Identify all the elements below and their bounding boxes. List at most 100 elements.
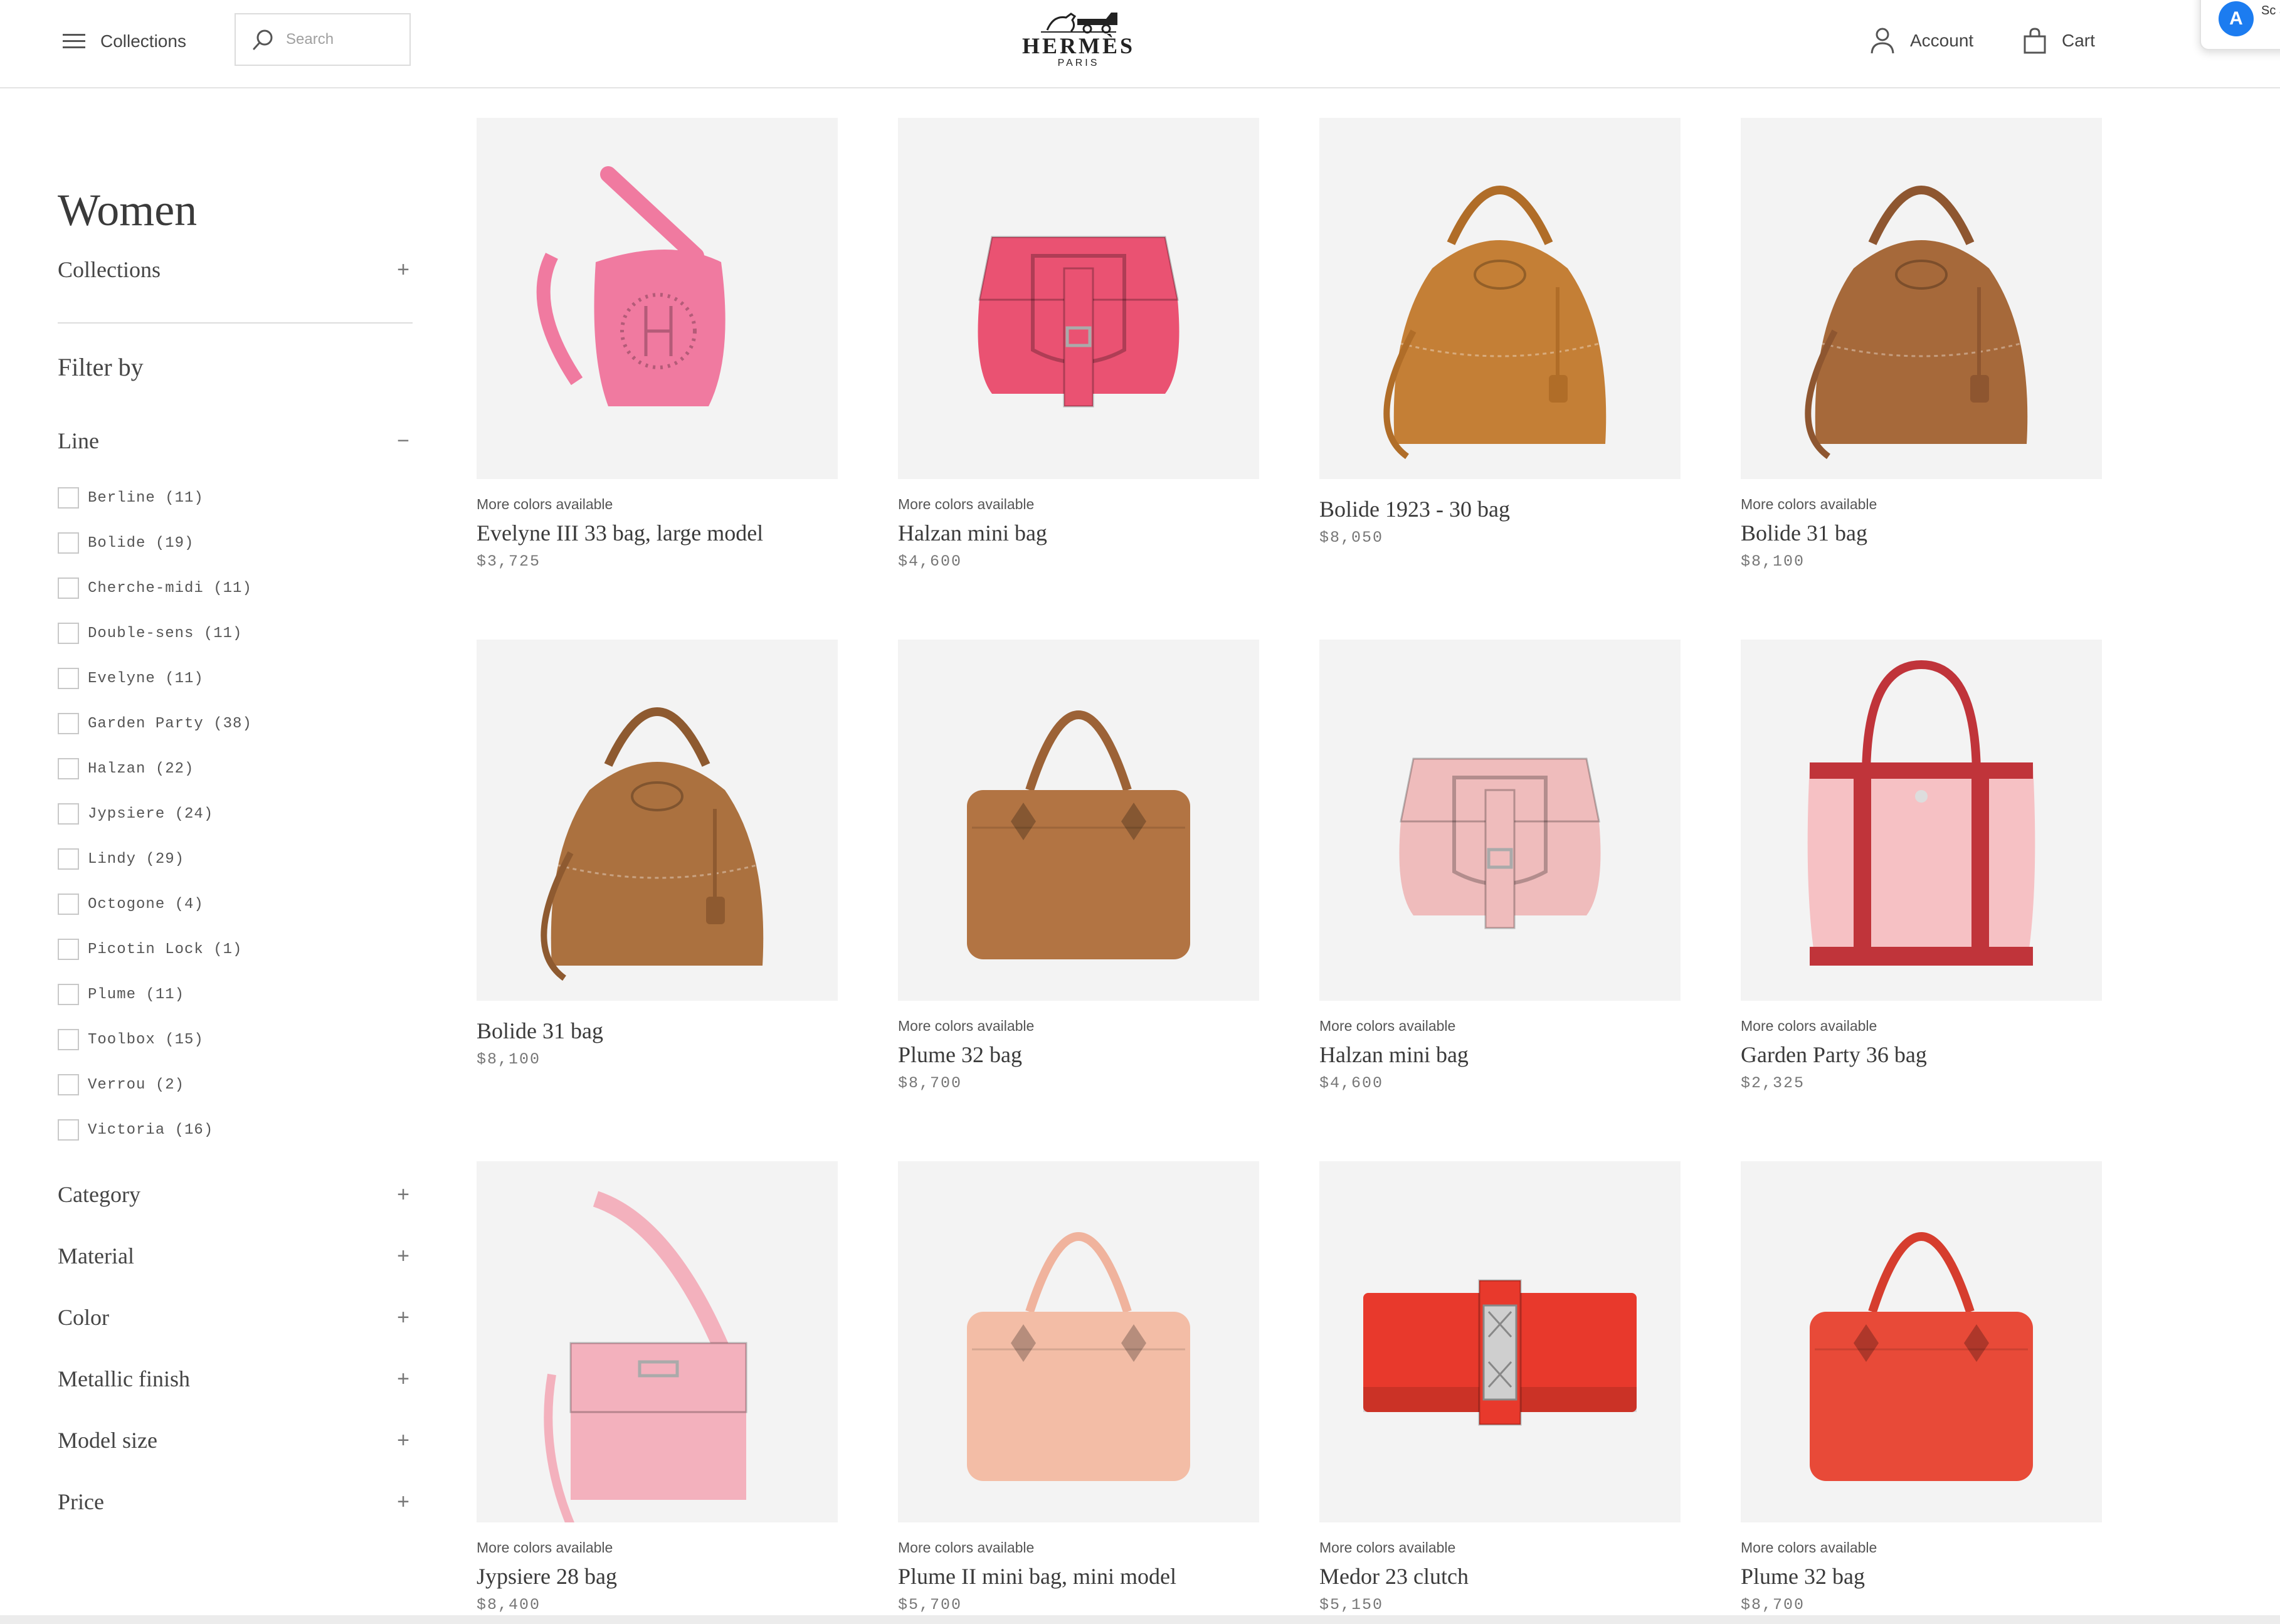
product-image[interactable]: [477, 118, 838, 479]
more-colors-note: More colors available: [898, 1018, 1035, 1034]
product-name[interactable]: Bolide 1923 - 30 bag: [1319, 495, 1681, 523]
checkbox[interactable]: [58, 1119, 79, 1141]
line-option-label: Verrou (2): [88, 1076, 185, 1094]
product-name[interactable]: Plume II mini bag, mini model: [898, 1563, 1259, 1590]
checkbox[interactable]: [58, 487, 79, 509]
product-name[interactable]: Bolide 31 bag: [1741, 519, 2102, 547]
cart-button[interactable]: Cart: [2023, 25, 2095, 56]
line-filter-option[interactable]: Lindy (29): [58, 836, 413, 882]
line-option-label: Plume (11): [88, 986, 185, 1003]
checkbox[interactable]: [58, 848, 79, 870]
hamburger-menu-icon: [63, 34, 85, 48]
product-image[interactable]: [477, 1161, 838, 1522]
material-filter-toggle[interactable]: Material +: [58, 1225, 413, 1287]
line-filter-option[interactable]: Jypsiere (24): [58, 791, 413, 836]
line-filter-option[interactable]: Cherche-midi (11): [58, 566, 413, 611]
product-name[interactable]: Jypsiere 28 bag: [477, 1563, 838, 1590]
product-card[interactable]: More colors available Halzan mini bag $4,6…: [1319, 640, 1681, 1094]
search-box[interactable]: [235, 13, 411, 66]
line-filter-option[interactable]: Plume (11): [58, 972, 413, 1017]
product-price: $8,700: [898, 1074, 963, 1092]
product-image[interactable]: [1319, 1161, 1681, 1522]
product-card[interactable]: More colors available Garden Party 36 bag…: [1741, 640, 2102, 1094]
app-store-popup[interactable]: A Sc au: [2200, 0, 2280, 50]
line-option-label: Jypsiere (24): [88, 805, 214, 823]
product-card[interactable]: Bolide 1923 - 30 bag $8,050: [1319, 118, 1681, 548]
page-title: Women: [58, 185, 198, 235]
line-option-label: Lindy (29): [88, 850, 185, 868]
product-name[interactable]: Garden Party 36 bag: [1741, 1041, 2102, 1068]
line-filter-option[interactable]: Berline (11): [58, 475, 413, 520]
product-card[interactable]: More colors available Plume 32 bag $8,700: [1741, 1161, 2102, 1615]
handbag-image: [541, 707, 764, 981]
line-option-label: Bolide (19): [88, 534, 194, 552]
logo-subtitle: PARIS: [1057, 58, 1100, 68]
line-filter-toggle[interactable]: Line −: [58, 424, 413, 458]
checkbox[interactable]: [58, 758, 79, 779]
product-card[interactable]: More colors available Halzan mini bag $4,6…: [898, 118, 1259, 572]
product-name[interactable]: Bolide 31 bag: [477, 1017, 838, 1045]
product-name[interactable]: Halzan mini bag: [898, 519, 1259, 547]
product-card[interactable]: More colors available Plume 32 bag $8,700: [898, 640, 1259, 1094]
line-filter-option[interactable]: Victoria (16): [58, 1107, 413, 1152]
product-image[interactable]: [1741, 1161, 2102, 1522]
filter-sidebar: Women Collections + Filter by Line − Ber…: [58, 182, 413, 1532]
checkbox[interactable]: [58, 623, 79, 644]
line-filter-option[interactable]: Halzan (22): [58, 746, 413, 791]
product-card[interactable]: Bolide 31 bag $8,100: [477, 640, 838, 1070]
product-name[interactable]: Medor 23 clutch: [1319, 1563, 1681, 1590]
checkbox[interactable]: [58, 803, 79, 825]
product-card[interactable]: More colors available Evelyne III 33 bag,…: [477, 118, 838, 572]
metallic-finish-filter-toggle[interactable]: Metallic finish +: [58, 1348, 413, 1410]
product-image[interactable]: [1741, 118, 2102, 479]
product-name[interactable]: Plume 32 bag: [1741, 1563, 2102, 1590]
product-price: $4,600: [1319, 1074, 1384, 1092]
product-name[interactable]: Plume 32 bag: [898, 1041, 1259, 1068]
line-filter-option[interactable]: Garden Party (38): [58, 701, 413, 746]
product-price: $8,700: [1741, 1596, 1805, 1614]
product-image[interactable]: [1741, 640, 2102, 1001]
window-bottom-edge: [0, 1615, 2280, 1624]
line-filter-option[interactable]: Evelyne (11): [58, 656, 413, 701]
checkbox[interactable]: [58, 713, 79, 734]
product-card[interactable]: More colors available Bolide 31 bag $8,100: [1741, 118, 2102, 572]
line-filter-option[interactable]: Toolbox (15): [58, 1017, 413, 1062]
account-button[interactable]: Account: [1870, 25, 1973, 56]
product-image[interactable]: [898, 640, 1259, 1001]
line-filter-option[interactable]: Picotin Lock (1): [58, 927, 413, 972]
minus-icon: −: [397, 428, 409, 453]
collections-toggle[interactable]: Collections +: [58, 251, 413, 288]
product-card[interactable]: More colors available Jypsiere 28 bag $8,4…: [477, 1161, 838, 1615]
checkbox[interactable]: [58, 532, 79, 554]
line-filter-option[interactable]: Verrou (2): [58, 1062, 413, 1107]
hermes-logo[interactable]: HERMÈS PARIS: [1016, 5, 1141, 74]
price-filter-toggle[interactable]: Price +: [58, 1471, 413, 1532]
model-size-filter-toggle[interactable]: Model size +: [58, 1410, 413, 1471]
checkbox[interactable]: [58, 1074, 79, 1095]
product-image[interactable]: [477, 640, 838, 1001]
color-filter-toggle[interactable]: Color +: [58, 1287, 413, 1348]
line-filter-option[interactable]: Double-sens (11): [58, 611, 413, 656]
more-colors-note: More colors available: [898, 496, 1035, 512]
line-filter-option[interactable]: Bolide (19): [58, 520, 413, 566]
category-filter-toggle[interactable]: Category +: [58, 1164, 413, 1225]
collections-menu-button[interactable]: Collections: [61, 26, 186, 56]
checkbox[interactable]: [58, 668, 79, 689]
product-image[interactable]: [1319, 640, 1681, 1001]
search-input[interactable]: [286, 31, 399, 48]
handbag-image: [967, 1232, 1190, 1481]
checkbox[interactable]: [58, 939, 79, 960]
checkbox[interactable]: [58, 577, 79, 599]
product-image[interactable]: [898, 118, 1259, 479]
product-name[interactable]: Halzan mini bag: [1319, 1041, 1681, 1068]
product-card[interactable]: More colors available Medor 23 clutch $5,1…: [1319, 1161, 1681, 1615]
checkbox[interactable]: [58, 1029, 79, 1050]
product-image[interactable]: [1319, 118, 1681, 479]
product-image[interactable]: [898, 1161, 1259, 1522]
product-name[interactable]: Evelyne III 33 bag, large model: [477, 519, 838, 547]
checkbox[interactable]: [58, 984, 79, 1005]
product-card[interactable]: More colors available Plume II mini bag, …: [898, 1161, 1259, 1615]
line-filter-option[interactable]: Octogone (4): [58, 882, 413, 927]
facet-label: Material: [58, 1243, 134, 1268]
checkbox[interactable]: [58, 894, 79, 915]
